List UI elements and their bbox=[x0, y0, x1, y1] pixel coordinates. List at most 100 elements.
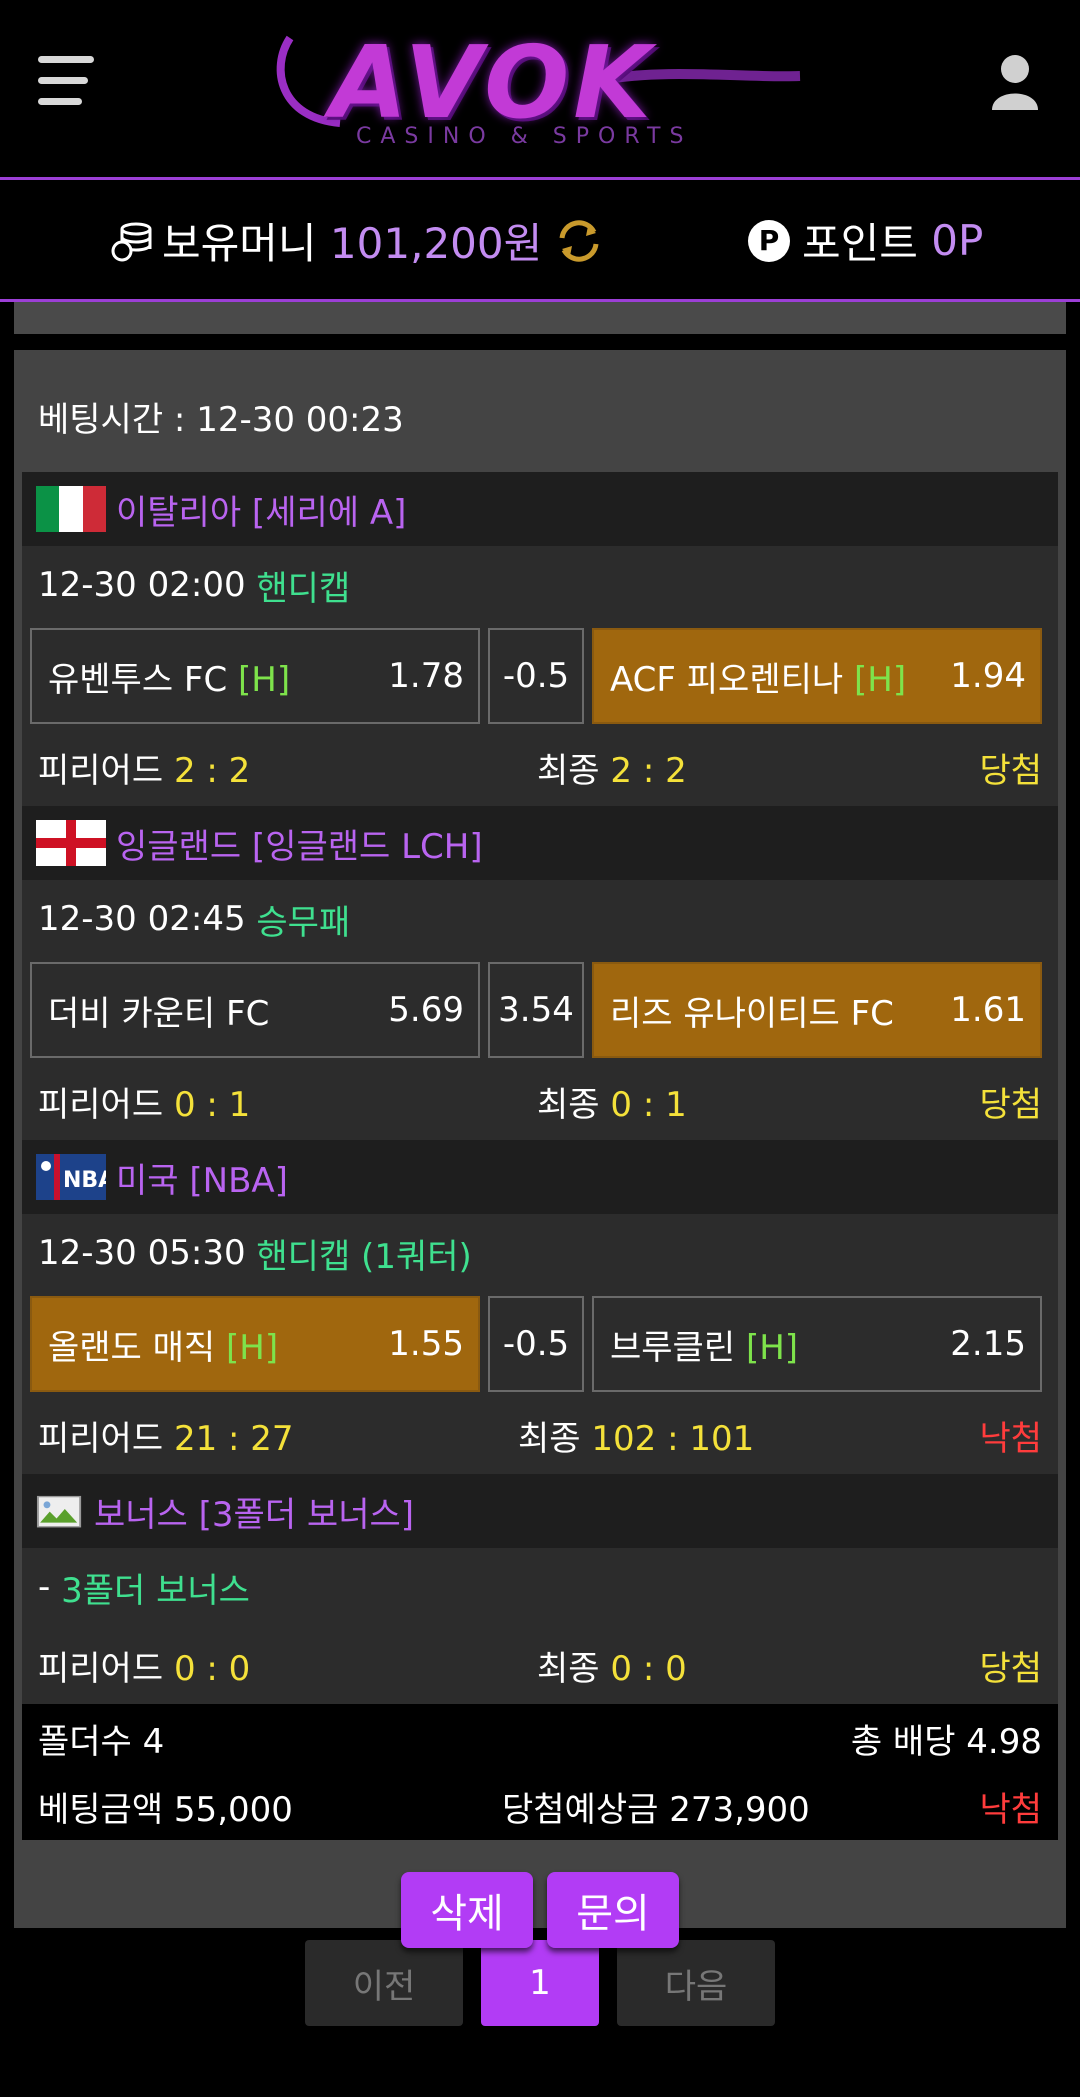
away-team: 브루클린 bbox=[610, 1327, 736, 1368]
money-balance: 보유머니 101,200원 bbox=[110, 210, 604, 271]
inquiry-button[interactable]: 문의 bbox=[547, 1872, 679, 1948]
bet-history-card: 베팅시간 : 12-30 00:23 이탈리아 [세리에 A] 12-30 02… bbox=[14, 350, 1066, 1948]
period-score: 21 : 27 bbox=[173, 1418, 294, 1459]
away-team: 리즈 유나이티드 FC bbox=[610, 993, 894, 1034]
league-header: 잉글랜드 [잉글랜드 LCH] bbox=[22, 806, 1058, 880]
match-datetime: 12-30 05:30 bbox=[38, 1233, 246, 1273]
odds-row: 더비 카운티 FC 5.69 3.54 리즈 유나이티드 FC 1.61 bbox=[22, 958, 1058, 1062]
away-odds-button[interactable]: 브루클린 [H] 2.15 bbox=[592, 1296, 1042, 1392]
bonus-prefix: - bbox=[38, 1567, 51, 1607]
site-logo[interactable]: AVOK CASINO & SPORTS bbox=[270, 24, 810, 154]
match-info: 12-30 02:45 승무패 bbox=[22, 880, 1058, 958]
league-header: 이탈리아 [세리에 A] bbox=[22, 472, 1058, 546]
previous-card-edge bbox=[14, 302, 1066, 334]
svg-text:NBA: NBA bbox=[63, 1168, 106, 1193]
bet-actions: 삭제 문의 bbox=[22, 1840, 1058, 1980]
period-score: 2 : 2 bbox=[173, 750, 251, 791]
final-label: 최종 bbox=[518, 1418, 581, 1459]
final-score: 0 : 1 bbox=[610, 1084, 687, 1125]
period-label: 피리어드 bbox=[38, 750, 164, 791]
handicap-value[interactable]: -0.5 bbox=[488, 628, 584, 724]
draw-odds-button[interactable]: 3.54 bbox=[488, 962, 584, 1058]
home-odds-button[interactable]: 더비 카운티 FC 5.69 bbox=[30, 962, 480, 1058]
italy-flag-icon bbox=[36, 486, 106, 532]
result-row: 피리어드 0 : 0 최종 0 : 0 당첨 bbox=[22, 1626, 1058, 1704]
game-status: 당첨 bbox=[979, 750, 1042, 791]
home-odds: 1.78 bbox=[388, 656, 464, 696]
final-label: 최종 bbox=[537, 1648, 600, 1689]
away-odds-button-selected[interactable]: ACF 피오렌티나 [H] 1.94 bbox=[592, 628, 1042, 724]
result-row: 피리어드 0 : 1 최종 0 : 1 당첨 bbox=[22, 1062, 1058, 1140]
refresh-icon[interactable] bbox=[554, 216, 604, 266]
bet-summary: 폴더수 4 총 배당 4.98 베팅금액 55,000 당첨예상금 273,90… bbox=[22, 1704, 1058, 1840]
handicap-tag: [H] bbox=[745, 1327, 799, 1368]
league-header: NBA 미국 [NBA] bbox=[22, 1140, 1058, 1214]
point-value: 0P bbox=[931, 216, 984, 265]
broken-image-icon bbox=[36, 1495, 82, 1528]
bet-type: 승무패 bbox=[256, 902, 351, 943]
period-label: 피리어드 bbox=[38, 1648, 164, 1689]
delete-button[interactable]: 삭제 bbox=[401, 1872, 533, 1948]
result-row: 피리어드 2 : 2 최종 2 : 2 당첨 bbox=[22, 728, 1058, 806]
game-status: 낙첨 bbox=[979, 1418, 1042, 1459]
handicap-value[interactable]: -0.5 bbox=[488, 1296, 584, 1392]
home-team: 유벤투스 FC bbox=[48, 659, 228, 700]
bet-amount: 베팅금액 55,000 bbox=[38, 1789, 293, 1830]
bonus-info: - 3폴더 보너스 bbox=[22, 1548, 1058, 1626]
league-name: 보너스 [3폴더 보너스] bbox=[94, 1494, 415, 1535]
league-name: 이탈리아 [세리에 A] bbox=[116, 492, 407, 533]
top-header: AVOK CASINO & SPORTS bbox=[0, 0, 1080, 180]
point-label: 포인트 bbox=[802, 219, 918, 268]
away-odds-button-selected[interactable]: 리즈 유나이티드 FC 1.61 bbox=[592, 962, 1042, 1058]
game-status: 당첨 bbox=[979, 1648, 1042, 1689]
period-score: 0 : 0 bbox=[173, 1648, 251, 1689]
england-flag-icon bbox=[36, 820, 106, 866]
bonus-text: 3폴더 보너스 bbox=[61, 1570, 250, 1611]
money-value: 101,200원 bbox=[329, 219, 543, 268]
point-balance: P 포인트 0P bbox=[748, 210, 983, 271]
final-label: 최종 bbox=[537, 1084, 600, 1125]
user-icon[interactable] bbox=[990, 54, 1040, 112]
period-label: 피리어드 bbox=[38, 1418, 164, 1459]
bet-type: 핸디캡 bbox=[256, 568, 351, 609]
handicap-tag: [H] bbox=[238, 659, 291, 700]
balance-bar: 보유머니 101,200원 P 포인트 0P bbox=[0, 180, 1080, 302]
league-name: 미국 [NBA] bbox=[116, 1160, 288, 1201]
coins-icon bbox=[111, 222, 152, 261]
expected-win: 당첨예상금 273,900 bbox=[502, 1789, 810, 1830]
away-team: ACF 피오렌티나 bbox=[610, 659, 844, 700]
home-odds: 1.55 bbox=[388, 1324, 464, 1364]
folder-count: 폴더수 4 bbox=[38, 1721, 165, 1762]
final-score: 0 : 0 bbox=[610, 1648, 687, 1689]
nba-logo-icon: NBA bbox=[36, 1154, 106, 1200]
away-odds: 2.15 bbox=[950, 1324, 1026, 1364]
match-datetime: 12-30 02:00 bbox=[38, 565, 246, 605]
handicap-tag: [H] bbox=[853, 659, 907, 700]
bet-type: 핸디캡 (1쿼터) bbox=[256, 1236, 472, 1277]
home-odds-button-selected[interactable]: 올랜도 매직 [H] 1.55 bbox=[30, 1296, 480, 1392]
result-row: 피리어드 21 : 27 최종 102 : 101 낙첨 bbox=[22, 1396, 1058, 1474]
final-label: 최종 bbox=[537, 750, 600, 791]
match-datetime: 12-30 02:45 bbox=[38, 899, 246, 939]
home-team: 올랜도 매직 bbox=[48, 1327, 216, 1368]
match-info: 12-30 05:30 핸디캡 (1쿼터) bbox=[22, 1214, 1058, 1292]
bet-time: 베팅시간 : 12-30 00:23 bbox=[38, 400, 404, 440]
match-info: 12-30 02:00 핸디캡 bbox=[22, 546, 1058, 624]
point-badge-icon: P bbox=[748, 219, 790, 262]
odds-row: 유벤투스 FC [H] 1.78 -0.5 ACF 피오렌티나 [H] 1.94 bbox=[22, 624, 1058, 728]
final-score: 2 : 2 bbox=[610, 750, 687, 791]
home-odds: 5.69 bbox=[388, 990, 464, 1030]
hamburger-menu-icon[interactable] bbox=[38, 56, 94, 108]
total-odds: 총 배당 4.98 bbox=[850, 1721, 1042, 1762]
logo-subtitle: CASINO & SPORTS bbox=[356, 124, 693, 149]
game-status: 당첨 bbox=[979, 1084, 1042, 1125]
away-odds: 1.94 bbox=[950, 656, 1026, 696]
away-odds: 1.61 bbox=[950, 990, 1026, 1030]
league-name: 잉글랜드 [잉글랜드 LCH] bbox=[116, 826, 483, 867]
period-score: 0 : 1 bbox=[173, 1084, 251, 1125]
period-label: 피리어드 bbox=[38, 1084, 164, 1125]
home-odds-button[interactable]: 유벤투스 FC [H] 1.78 bbox=[30, 628, 480, 724]
odds-row: 올랜도 매직 [H] 1.55 -0.5 브루클린 [H] 2.15 bbox=[22, 1292, 1058, 1396]
final-score: 102 : 101 bbox=[591, 1418, 755, 1459]
handicap-tag: [H] bbox=[226, 1327, 279, 1368]
